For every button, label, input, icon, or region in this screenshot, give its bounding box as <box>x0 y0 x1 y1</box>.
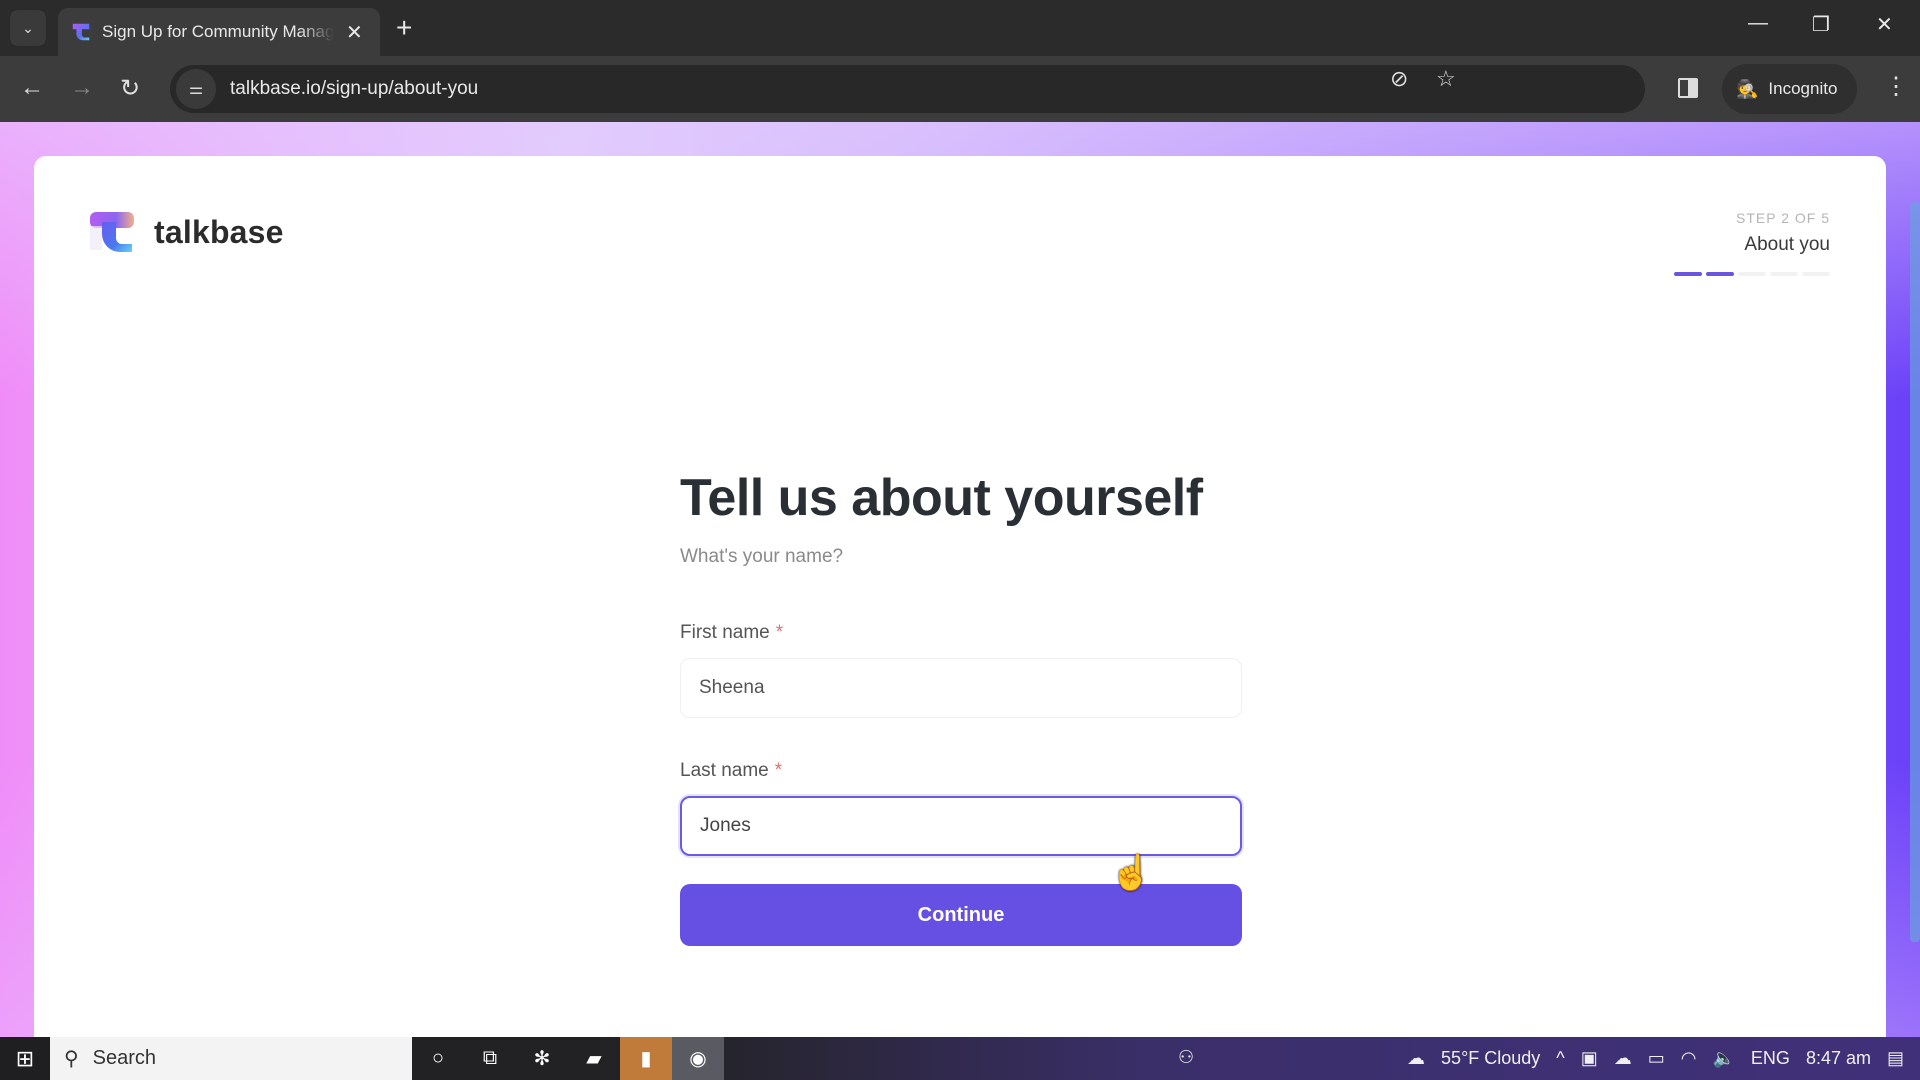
volume-icon[interactable]: 🔈 <box>1713 1048 1735 1069</box>
required-mark: * <box>775 622 784 643</box>
restore-icon[interactable]: ❐ <box>1812 12 1830 37</box>
onedrive-icon[interactable]: ☁ <box>1614 1048 1632 1069</box>
last-name-label: Last name * <box>680 760 1242 782</box>
tab-title: Sign Up for Community Managers <box>102 22 334 41</box>
step-bar <box>1738 272 1766 276</box>
chevron-up-icon[interactable]: ^ <box>1556 1048 1564 1069</box>
arrow-left-icon[interactable]: ← <box>20 74 44 102</box>
video-editor-icon[interactable]: ▰ <box>568 1037 620 1080</box>
slack-icon[interactable]: ✻ <box>516 1037 568 1080</box>
talkbase-favicon-icon <box>72 23 90 41</box>
system-tray: ☁ 55°F Cloudy ^ ▣ ☁ ▭ ◠ 🔈 ENG 8:47 am ▤ <box>1407 1037 1920 1080</box>
battery-icon[interactable]: ▭ <box>1648 1048 1665 1069</box>
wifi-icon[interactable]: ◠ <box>1681 1048 1697 1069</box>
close-icon[interactable]: ✕ <box>346 20 363 45</box>
step-indicator: STEP 2 OF 5 About you <box>1674 210 1830 276</box>
taskbar-search[interactable]: ⚲ Search <box>50 1037 412 1080</box>
task-view-icon[interactable]: ⧉ <box>464 1037 516 1080</box>
windows-start-icon[interactable]: ⊞ <box>0 1037 50 1080</box>
reload-icon[interactable]: ↻ <box>120 74 140 103</box>
clock[interactable]: 8:47 am <box>1806 1048 1871 1069</box>
taskbar-search-label: Search <box>92 1047 157 1069</box>
people-icon[interactable]: ⚇ <box>1178 1047 1194 1068</box>
brand[interactable]: talkbase <box>88 208 284 256</box>
language-indicator[interactable]: ENG <box>1751 1048 1790 1069</box>
page-subtitle: What's your name? <box>680 546 844 567</box>
chrome-icon[interactable]: ◉ <box>672 1037 724 1080</box>
weather-text[interactable]: 55°F Cloudy <box>1441 1048 1540 1069</box>
tab-search-button[interactable]: ⌄ <box>10 10 46 46</box>
side-panel-icon[interactable] <box>1678 78 1698 98</box>
incognito-label: Incognito <box>1768 79 1838 98</box>
browser-tab[interactable]: Sign Up for Community Managers ✕ <box>58 8 380 56</box>
chevron-down-icon: ⌄ <box>22 19 34 36</box>
step-bar <box>1770 272 1798 276</box>
url-text[interactable]: talkbase.io/sign-up/about-you <box>230 78 478 100</box>
sticky-notes-icon[interactable]: ▮ <box>620 1037 672 1080</box>
incognito-icon: 🕵 <box>1736 78 1759 99</box>
required-mark: * <box>774 760 783 781</box>
incognito-indicator[interactable]: 🕵 Incognito <box>1722 64 1857 114</box>
camera-icon[interactable]: ▣ <box>1581 1048 1598 1069</box>
last-name-label-text: Last name <box>680 760 769 781</box>
arrow-right-icon[interactable]: → <box>70 74 94 102</box>
search-icon: ⚲ <box>64 1048 79 1070</box>
browser-tab-bar: ⌄ Sign Up for Community Managers ✕ + — ❐… <box>0 0 1920 56</box>
page-background: talkbase STEP 2 OF 5 About you Tell us a… <box>0 122 1920 1056</box>
cloud-icon: ☁ <box>1407 1048 1426 1068</box>
minimize-icon[interactable]: — <box>1748 12 1768 35</box>
first-name-input[interactable] <box>680 658 1242 718</box>
windows-taskbar: ⊞ ⚲ Search ○ ⧉ ✻ ▰ ▮ ◉ ⚇ ☁ 55°F Cloudy ^… <box>0 1037 1920 1080</box>
cortana-icon[interactable]: ○ <box>412 1037 464 1080</box>
plus-icon[interactable]: + <box>396 12 412 44</box>
hand-pointer-cursor-icon: ☝ <box>1110 854 1153 892</box>
scrollbar[interactable] <box>1910 202 1920 942</box>
continue-button[interactable]: Continue <box>680 884 1242 946</box>
address-bar[interactable]: ⚌ talkbase.io/sign-up/about-you <box>170 65 1645 113</box>
about-you-form: Tell us about yourself What's your name?… <box>680 468 1242 946</box>
step-bar <box>1802 272 1830 276</box>
first-name-label-text: First name <box>680 622 770 643</box>
step-bar <box>1674 272 1702 276</box>
last-name-input[interactable] <box>680 796 1242 856</box>
signup-card: talkbase STEP 2 OF 5 About you Tell us a… <box>34 156 1886 1056</box>
notifications-icon[interactable]: ▤ <box>1887 1048 1904 1069</box>
brand-name: talkbase <box>154 213 284 250</box>
step-name: About you <box>1744 234 1830 255</box>
step-progress <box>1674 272 1830 276</box>
talkbase-logo-icon <box>90 212 134 252</box>
window-close-icon[interactable]: ✕ <box>1876 12 1893 37</box>
step-bar <box>1706 272 1734 276</box>
tune-icon[interactable]: ⚌ <box>176 69 216 109</box>
more-vertical-icon[interactable]: ⋮ <box>1884 72 1908 101</box>
page-title: Tell us about yourself <box>680 469 1203 527</box>
eye-off-icon[interactable]: ⊘ <box>1390 66 1408 92</box>
browser-toolbar: ← → ↻ ⚌ talkbase.io/sign-up/about-you ⊘ … <box>0 56 1920 122</box>
first-name-label: First name * <box>680 622 1242 644</box>
star-icon[interactable]: ☆ <box>1436 66 1456 92</box>
step-count: STEP 2 OF 5 <box>1736 210 1830 226</box>
